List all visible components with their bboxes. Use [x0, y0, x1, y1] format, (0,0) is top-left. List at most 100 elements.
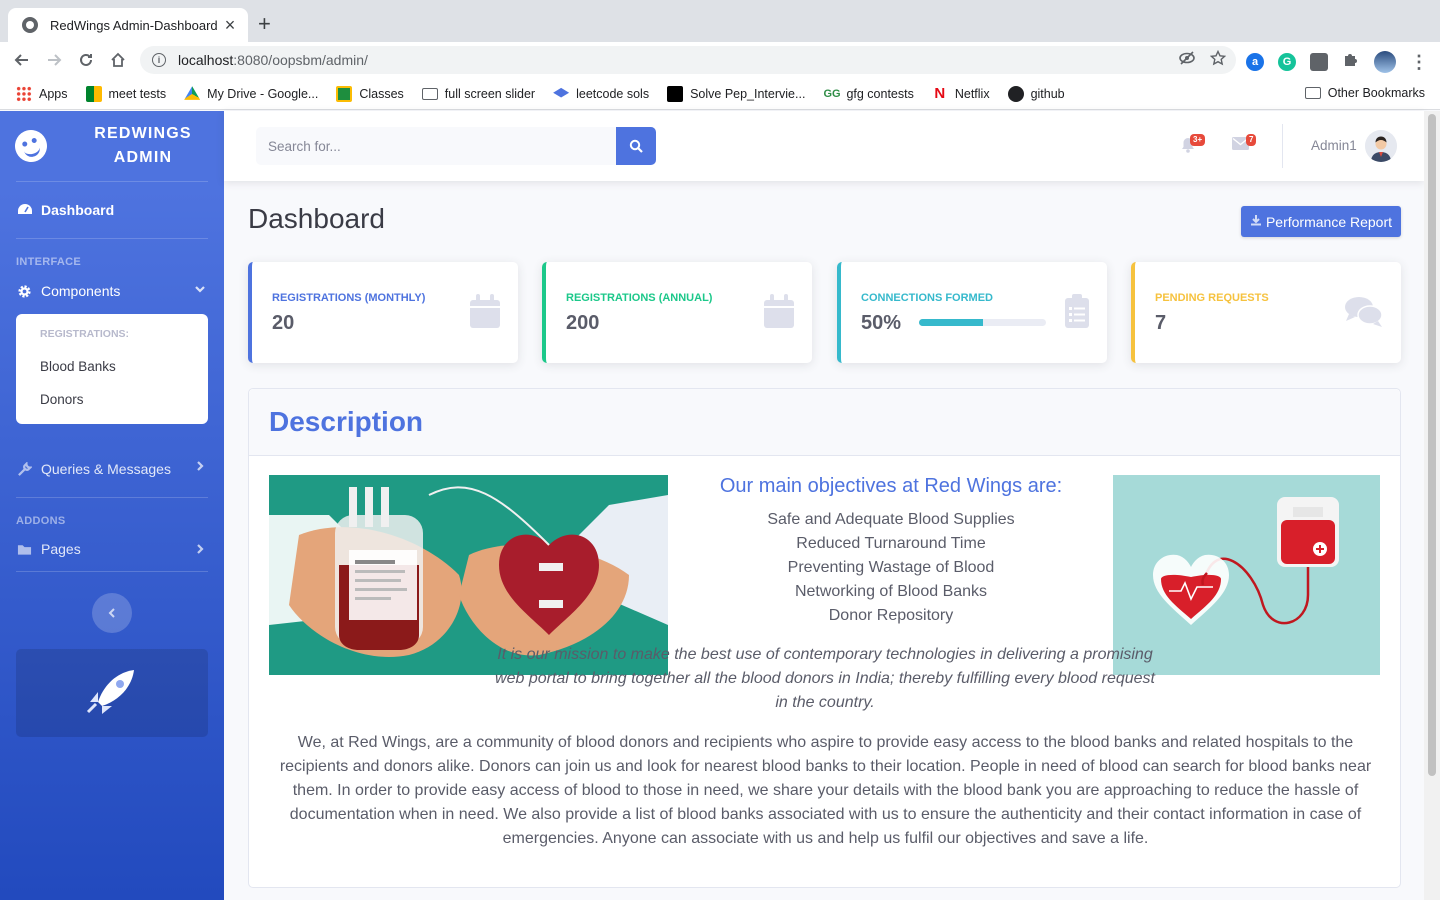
bookmark-github[interactable]: github	[1007, 85, 1065, 102]
bookmark-solve-pep[interactable]: Solve Pep_Intervie...	[667, 85, 805, 102]
alerts-button[interactable]: 3+	[1181, 134, 1206, 158]
sidebar-toggle-button[interactable]	[92, 593, 132, 633]
stat-card-label: CONNECTIONS FORMED	[861, 292, 993, 304]
sidebar-item-label: Components	[41, 283, 121, 299]
account-extension-icon[interactable]: a	[1246, 52, 1264, 71]
messages-button[interactable]: 7	[1232, 134, 1257, 155]
github-icon	[1007, 85, 1024, 102]
calendar-icon	[764, 294, 794, 333]
chevron-down-icon	[194, 283, 206, 298]
objective-item: Safe and Adequate Blood Supplies	[767, 511, 1015, 528]
layers-icon	[553, 87, 570, 98]
browser-tab[interactable]: RedWings Admin-Dashboard ×	[8, 8, 248, 42]
stat-card-connections: CONNECTIONS FORMED 50%	[837, 262, 1107, 363]
bookmark-netflix[interactable]: N Netflix	[932, 85, 989, 102]
sidebar-item-components[interactable]: Components	[0, 268, 224, 314]
forward-icon[interactable]	[44, 50, 64, 70]
tab-title: RedWings Admin-Dashboard	[50, 17, 218, 33]
search-icon	[629, 139, 643, 153]
stat-card-pending: PENDING REQUESTS 7	[1131, 262, 1401, 363]
sidebar-divider	[16, 497, 208, 498]
browser-toolbar: i localhost:8080/oopsbm/admin/ a G ⋮	[0, 42, 1440, 78]
drive-icon	[184, 86, 201, 100]
topbar-divider	[1282, 124, 1283, 168]
bookmarks-bar: Apps meet tests My Drive - Google... Cla…	[0, 78, 1440, 110]
search-input[interactable]	[256, 127, 616, 165]
objective-item: Networking of Blood Banks	[794, 583, 988, 600]
chevron-right-icon	[194, 543, 206, 558]
stat-card-label: PENDING REQUESTS	[1155, 292, 1269, 304]
apps-grid-icon	[16, 85, 32, 102]
rocket-icon	[84, 666, 140, 721]
bookmark-leetcode-sols[interactable]: leetcode sols	[553, 86, 649, 102]
stat-card-annual: REGISTRATIONS (ANNUAL) 200	[542, 262, 812, 363]
components-collapse: REGISTRATIONS: Blood Banks Donors	[16, 314, 208, 424]
performance-report-button[interactable]: Performance Report	[1241, 206, 1401, 237]
sidebar-item-queries[interactable]: Queries & Messages	[0, 441, 224, 497]
sidebar-heading-addons: ADDONS	[16, 515, 66, 527]
classroom-icon	[336, 85, 353, 102]
collapse-item-blood-banks[interactable]: Blood Banks	[16, 350, 208, 383]
messages-badge: 7	[1246, 134, 1257, 146]
description-card-header: Description	[249, 389, 1400, 456]
bookmark-apps[interactable]: Apps	[16, 85, 68, 102]
reload-icon[interactable]	[76, 50, 96, 70]
url-text: localhost:8080/oopsbm/admin/	[178, 52, 368, 68]
profile-avatar-icon[interactable]	[1374, 50, 1396, 73]
other-bookmarks[interactable]: Other Bookmarks	[1304, 86, 1425, 100]
kebab-menu-icon[interactable]: ⋮	[1410, 53, 1428, 71]
objective-item: Reduced Turnaround Time	[796, 535, 986, 552]
bookmark-full-screen-slider[interactable]: full screen slider	[421, 87, 535, 101]
bookmark-gfg-contests[interactable]: GG gfg contests	[823, 86, 913, 102]
folder-icon	[16, 541, 33, 558]
eye-slash-icon[interactable]	[1178, 50, 1196, 71]
gfg-icon: GG	[823, 87, 841, 100]
meet-icon	[85, 85, 102, 102]
bookmark-meet-tests[interactable]: meet tests	[85, 85, 166, 102]
puzzle-icon[interactable]	[1342, 50, 1360, 73]
collapse-item-donors[interactable]: Donors	[16, 383, 208, 416]
objective-item: Preventing Wastage of Blood	[787, 559, 995, 576]
sidebar: REDWINGS ADMIN Dashboard INTERFACE Compo…	[0, 111, 224, 900]
scrollbar-thumb[interactable]	[1428, 114, 1436, 776]
calendar-icon	[470, 294, 500, 333]
bookmark-star-icon[interactable]	[1209, 49, 1227, 71]
home-icon[interactable]	[108, 50, 128, 70]
back-icon[interactable]	[12, 50, 32, 70]
user-name[interactable]: Admin1	[1311, 138, 1357, 153]
bookmark-classes[interactable]: Classes	[336, 85, 404, 102]
browser-tab-bar: RedWings Admin-Dashboard × +	[0, 0, 1440, 42]
sidebar-brand[interactable]: REDWINGS ADMIN	[0, 111, 224, 181]
wrench-icon	[16, 461, 33, 478]
description-card: Description Our main objectives at Red W…	[248, 388, 1401, 888]
sidebar-item-label: Dashboard	[41, 202, 115, 218]
sidebar-item-pages[interactable]: Pages	[0, 527, 224, 571]
close-tab-icon[interactable]: ×	[222, 16, 238, 34]
stat-card-monthly: REGISTRATIONS (MONTHLY) 20	[248, 262, 518, 363]
stat-card-label: REGISTRATIONS (MONTHLY)	[272, 292, 426, 304]
folder-icon	[421, 87, 438, 100]
progress-fill	[919, 319, 983, 326]
sidebar-item-dashboard[interactable]: Dashboard	[0, 182, 224, 238]
address-bar[interactable]: i localhost:8080/oopsbm/admin/	[140, 46, 1236, 74]
stat-card-value: 7	[1155, 312, 1167, 334]
page-title: Dashboard	[248, 203, 385, 234]
objective-item: Donor Repository	[828, 607, 954, 624]
search-button[interactable]	[616, 127, 656, 165]
sidebar-card	[16, 649, 208, 737]
topbar-search	[256, 127, 656, 165]
site-info-icon[interactable]: i	[152, 53, 166, 67]
extension-square-icon[interactable]	[1310, 52, 1328, 71]
cog-icon	[16, 283, 33, 300]
laugh-wink-icon	[11, 126, 51, 166]
mission-statement: It is our mission to make the best use o…	[495, 646, 1155, 711]
bookmark-my-drive[interactable]: My Drive - Google...	[184, 86, 318, 102]
description-title: Description	[269, 406, 424, 437]
folder-icon	[1304, 87, 1321, 99]
stat-card-label: REGISTRATIONS (ANNUAL)	[566, 292, 713, 304]
grammarly-icon[interactable]: G	[1278, 52, 1296, 71]
user-avatar[interactable]	[1365, 130, 1397, 162]
tachometer-icon	[16, 202, 33, 219]
new-tab-icon[interactable]: +	[258, 12, 271, 36]
pepcoding-icon	[667, 85, 684, 102]
